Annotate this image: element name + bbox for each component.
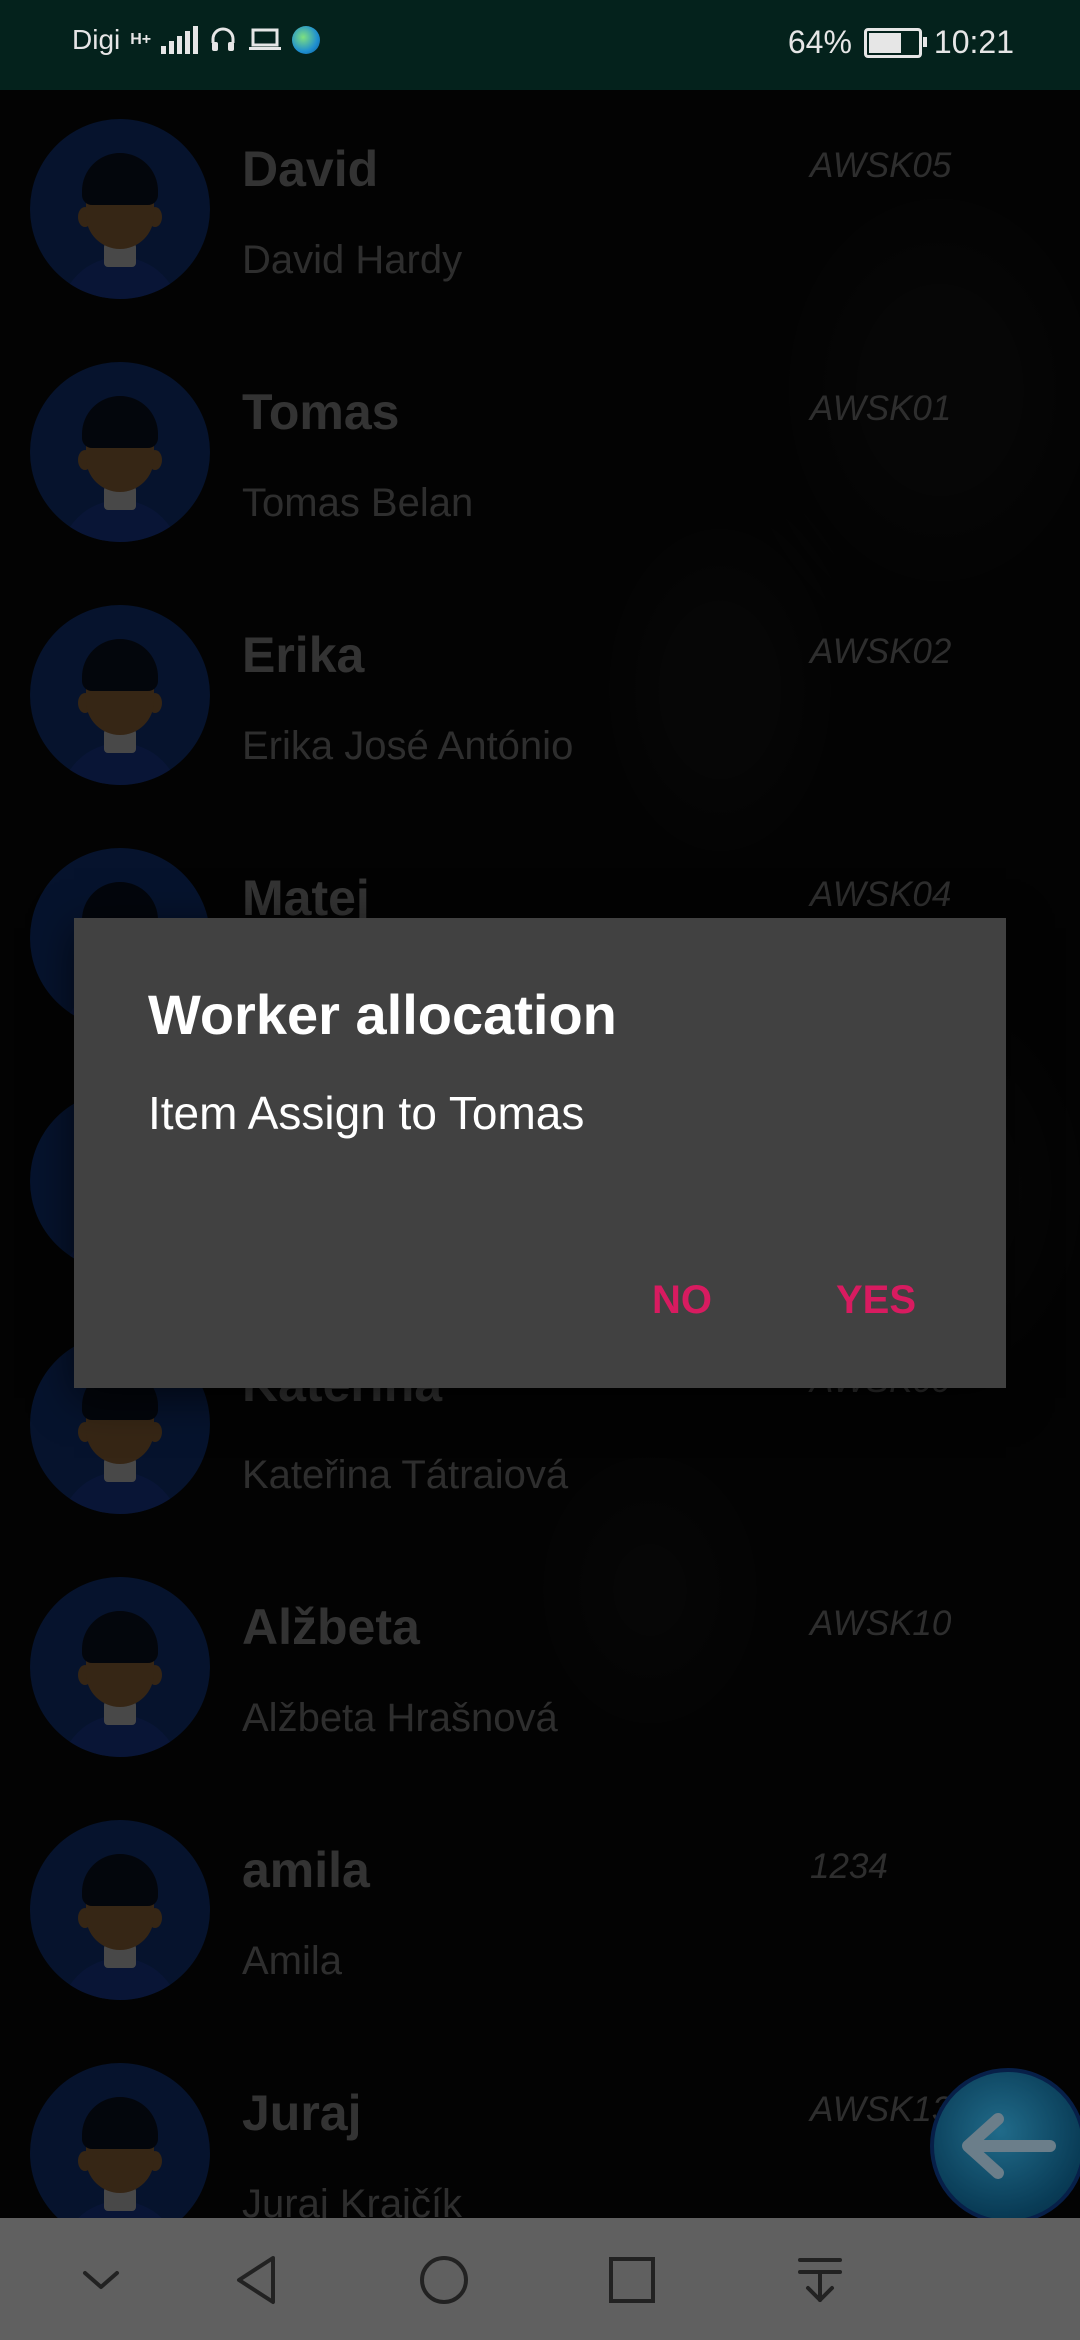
yes-button[interactable]: YES (836, 1278, 916, 1323)
nav-notifications-button[interactable] (785, 2245, 855, 2315)
battery-icon (863, 27, 927, 58)
notification-pull-icon (798, 2258, 842, 2302)
dialog-message: Item Assign to Tomas (148, 1087, 585, 1139)
headset-icon (211, 27, 235, 51)
system-nav-bar (0, 2218, 1080, 2340)
carrier-label: Digi (72, 24, 121, 55)
home-circle-icon (420, 2256, 468, 2304)
globe-icon (292, 26, 321, 54)
recents-square-icon (609, 2257, 655, 2303)
back-triangle-icon (237, 2256, 275, 2304)
nav-home-button[interactable] (409, 2245, 479, 2315)
nav-collapse-button[interactable] (66, 2245, 136, 2315)
worker-allocation-dialog: Worker allocation Item Assign to Tomas N… (74, 918, 1006, 1388)
status-left: Digi H+ (72, 24, 321, 56)
battery-percent: 64% (787, 24, 852, 60)
status-right: 64% 10:21 (788, 24, 1014, 61)
chevron-down-icon (83, 2271, 119, 2289)
laptop-icon (249, 28, 282, 50)
nav-recents-button[interactable] (597, 2245, 667, 2315)
signal-icon (161, 26, 199, 54)
status-bar: Digi H+ 64% 10:21 (0, 0, 1080, 90)
network-type-label: H+ (130, 31, 152, 48)
no-button[interactable]: NO (652, 1278, 712, 1323)
clock: 10:21 (933, 24, 1014, 60)
dialog-title: Worker allocation (148, 983, 617, 1046)
nav-back-button[interactable] (222, 2245, 292, 2315)
